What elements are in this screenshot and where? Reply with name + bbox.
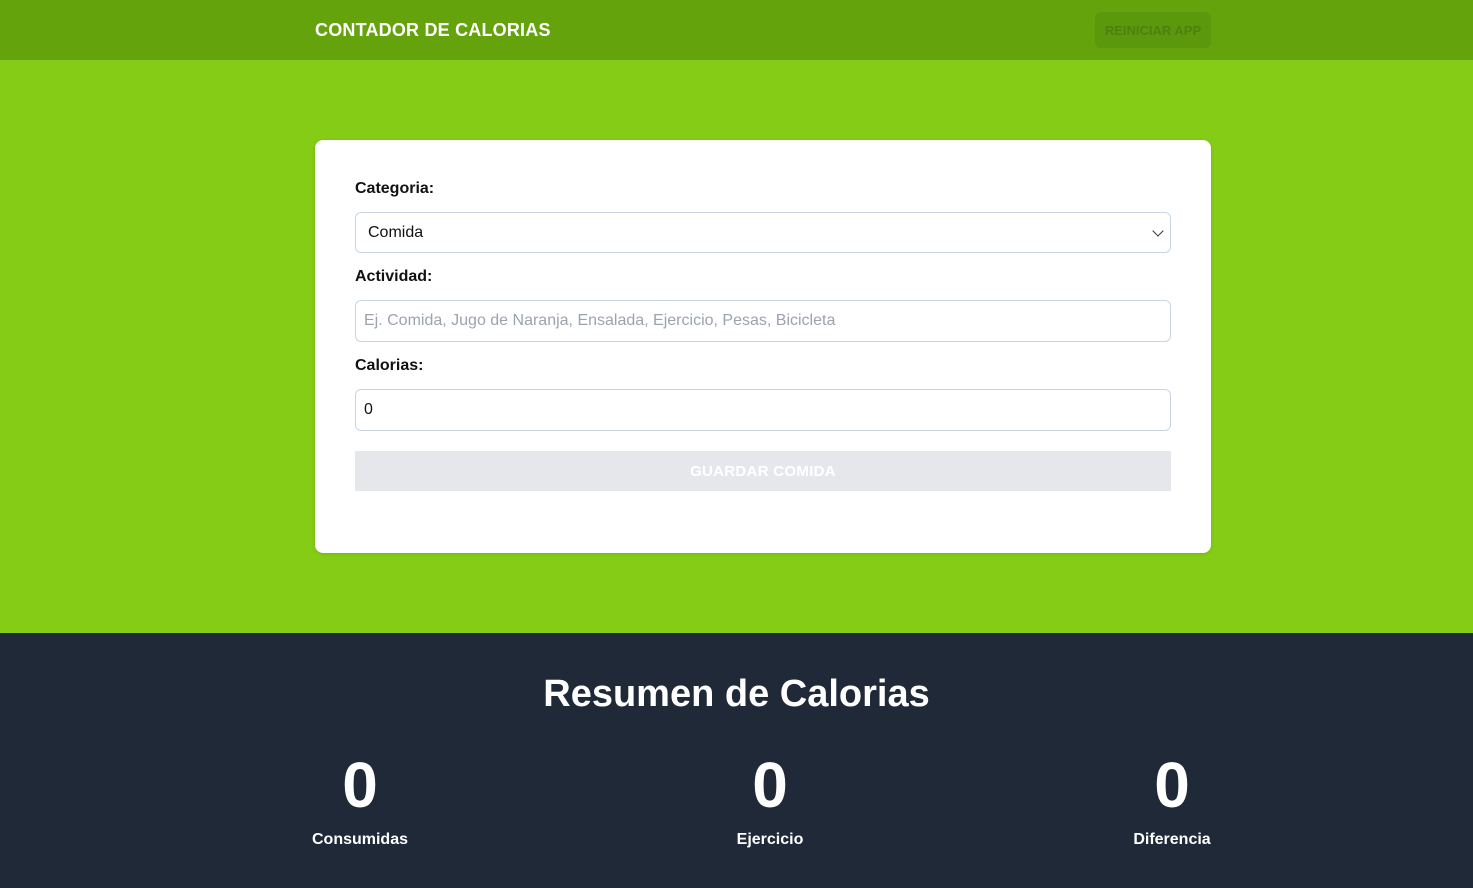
summary-title: Resumen de Calorias [543, 673, 930, 715]
category-select-value: Comida [368, 224, 424, 241]
header-container: CONTADOR DE CALORIAS REINICIAR APP [315, 0, 1211, 60]
app-header: CONTADOR DE CALORIAS REINICIAR APP [0, 0, 1473, 60]
calories-label: Calorias: [355, 357, 424, 374]
calories-input[interactable] [355, 389, 1171, 431]
save-food-button[interactable]: GUARDAR COMIDA [355, 451, 1171, 491]
category-select[interactable]: Comida [355, 212, 1171, 253]
difference-label: Diferencia [1133, 831, 1211, 848]
activity-input[interactable] [355, 300, 1171, 342]
activity-label: Actividad: [355, 268, 433, 285]
form-section: Categoria: Comida Actividad: Calorias: G… [0, 60, 1473, 633]
app-title: CONTADOR DE CALORIAS [315, 19, 551, 40]
difference-stat: 0 Diferencia [1112, 753, 1232, 849]
category-label: Categoria: [355, 180, 435, 197]
exercise-label: Ejercicio [736, 831, 804, 848]
activity-form: Categoria: Comida Actividad: Calorias: G… [315, 140, 1211, 553]
chevron-down-icon [1152, 225, 1164, 237]
exercise-stat: 0 Ejercicio [710, 753, 830, 849]
calories-field: Calorias: [355, 357, 1171, 431]
category-field: Categoria: Comida [355, 180, 1171, 253]
consumed-value: 0 [342, 749, 378, 821]
calorie-summary: Resumen de Calorias 0 Consumidas 0 Ejerc… [0, 633, 1473, 888]
exercise-value: 0 [752, 749, 788, 821]
reset-app-button[interactable]: REINICIAR APP [1095, 12, 1211, 48]
consumed-label: Consumidas [311, 831, 408, 848]
activity-field: Actividad: [355, 268, 1171, 342]
difference-value: 0 [1154, 749, 1190, 821]
consumed-stat: 0 Consumidas [300, 753, 420, 849]
